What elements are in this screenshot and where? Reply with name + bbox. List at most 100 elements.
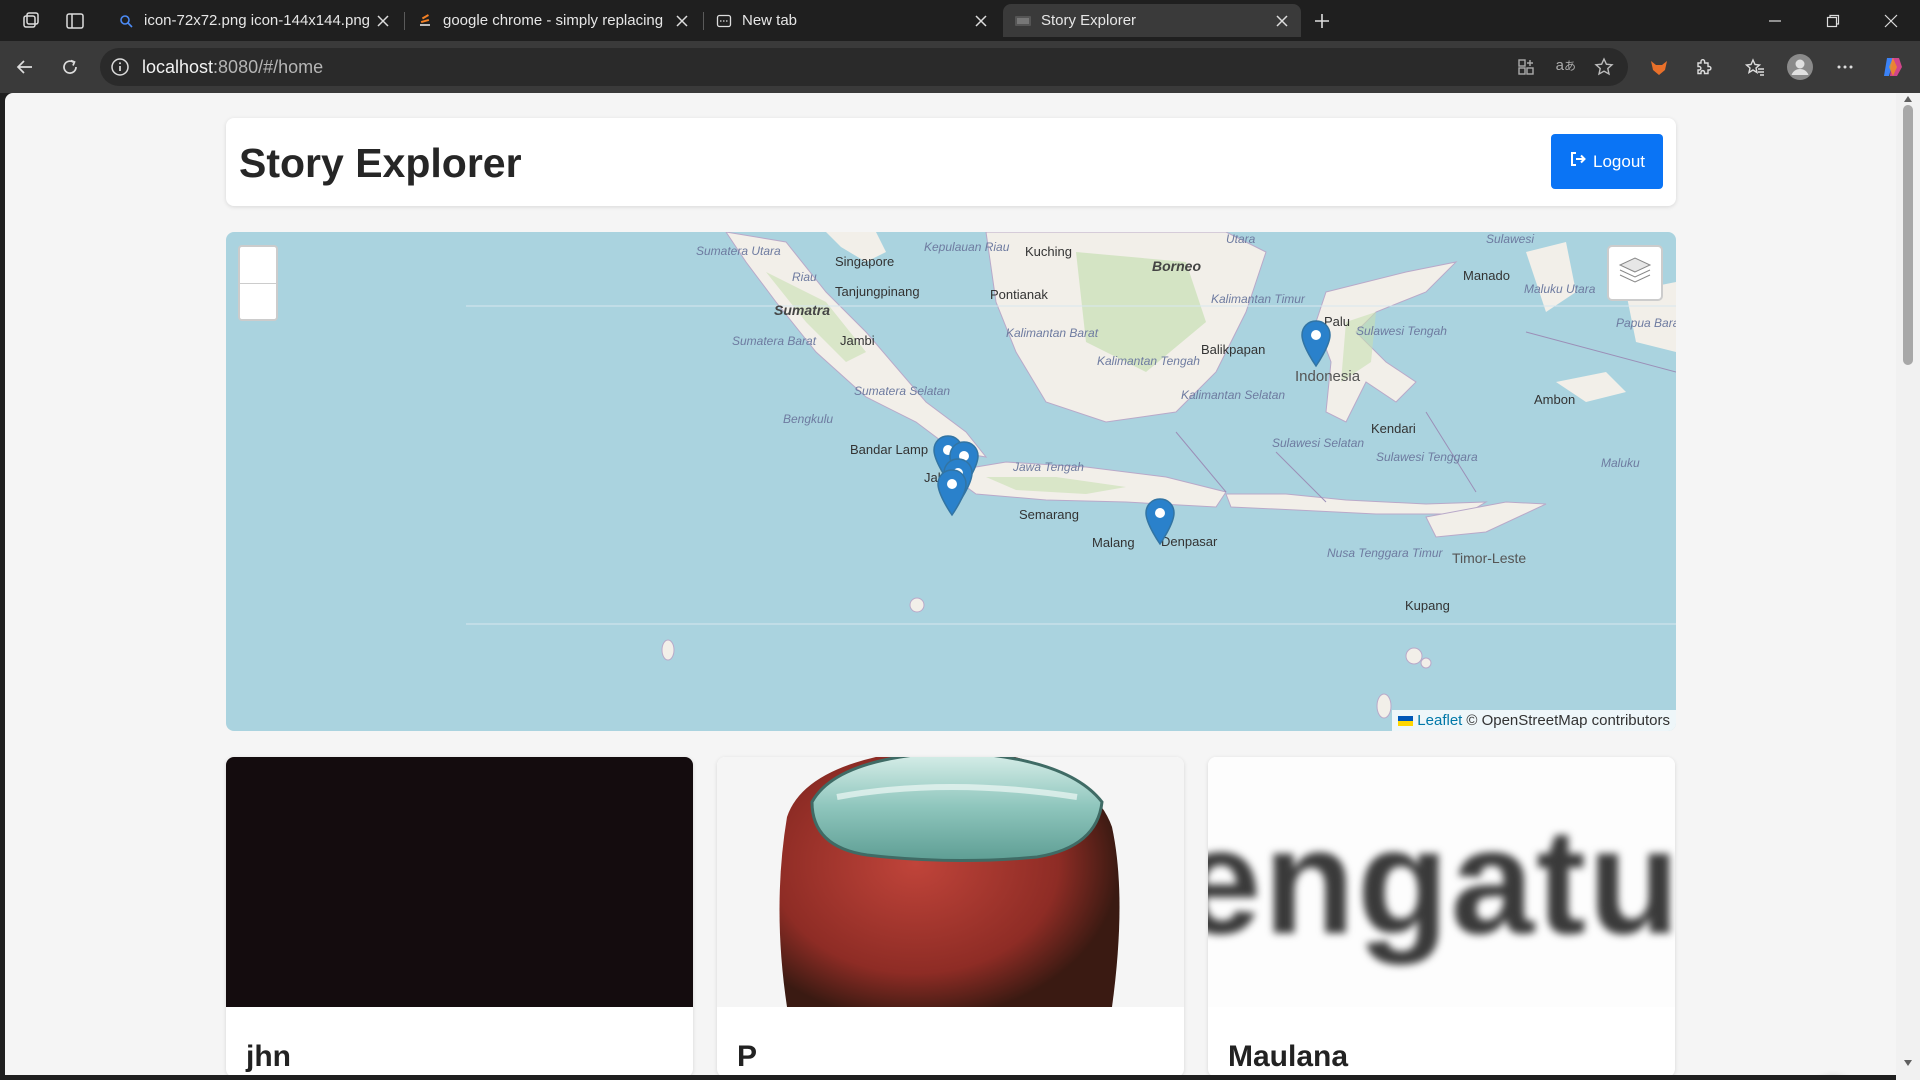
minimize-icon[interactable] (1746, 0, 1804, 41)
map-label: Maluku (1601, 456, 1640, 470)
map-marker-icon[interactable] (1300, 319, 1332, 369)
map-label: Kalimantan Barat (1006, 326, 1099, 340)
map-label: Sumatera Barat (732, 334, 817, 348)
tab-new-tab[interactable]: New tab (704, 4, 1000, 37)
tab-title: New tab (742, 12, 798, 29)
osm-attribution: © OpenStreetMap contributors (1466, 712, 1670, 729)
layers-button[interactable] (1607, 245, 1663, 301)
profile-avatar-icon[interactable] (1787, 54, 1813, 80)
blurred-image-content: engatu (1208, 797, 1675, 965)
map-attribution: Leaflet © OpenStreetMap contributors (1392, 710, 1676, 731)
logout-button[interactable]: Logout (1551, 134, 1663, 189)
more-menu-icon[interactable] (1832, 54, 1858, 80)
tab-title: google chrome - simply replacing (443, 12, 664, 29)
map-label: Utara (1226, 232, 1256, 246)
map-label: Kupang (1405, 598, 1450, 613)
address-bar-row: localhost:8080/#/home aあ (0, 41, 1920, 93)
scrollbar-thumb[interactable] (1903, 105, 1913, 365)
close-tab-icon[interactable] (1271, 10, 1293, 32)
url-host: localhost (142, 56, 214, 77)
logout-icon (1569, 151, 1587, 172)
back-icon[interactable] (12, 54, 38, 80)
map-label: Sulawesi Tengah (1356, 324, 1447, 338)
story-card[interactable]: jhn (226, 757, 693, 1075)
scroll-up-icon[interactable] (1902, 95, 1914, 105)
layers-icon (1617, 254, 1653, 293)
url-text: localhost:8080/#/home (142, 57, 323, 78)
map-label: Singapore (835, 254, 895, 269)
stackoverflow-icon (417, 13, 433, 29)
close-window-icon[interactable] (1862, 0, 1920, 41)
map-label: Borneo (1152, 258, 1201, 274)
leaflet-link[interactable]: Leaflet (1417, 712, 1462, 729)
restore-icon[interactable] (1804, 0, 1862, 41)
map-label: Kepulauan Riau (924, 240, 1010, 254)
map-label: Sulawesi Tenggara (1376, 450, 1478, 464)
tab-bar: icon-72x72.png icon-144x144.png google c… (0, 0, 1920, 41)
close-tab-icon[interactable] (372, 10, 394, 32)
zoom-out-button[interactable] (240, 283, 276, 319)
map-label: Sulawesi Selatan (1272, 436, 1365, 450)
map-label: Kalimantan Timur (1211, 292, 1305, 306)
map-label: Manado (1463, 268, 1510, 283)
url-path: :8080/#/home (213, 56, 324, 77)
story-name: jhn (246, 1040, 291, 1073)
favorites-icon[interactable] (1742, 54, 1768, 80)
extensions-icon[interactable] (1690, 54, 1716, 80)
copilot-icon[interactable] (1880, 54, 1906, 80)
map-label: Timor-Leste (1452, 550, 1527, 566)
map-label: Sulawesi (1486, 232, 1535, 246)
map-label: Indonesia (1295, 368, 1361, 385)
page-icon (1015, 13, 1031, 29)
reload-icon[interactable] (57, 54, 83, 80)
map-label: Kuching (1025, 244, 1072, 259)
tab-stackoverflow[interactable]: google chrome - simply replacing (405, 4, 701, 37)
map-label: Maluku Utara (1524, 282, 1596, 296)
map-label: Kendari (1371, 421, 1416, 436)
map-label: Bandar Lamp (850, 442, 929, 457)
map-label: Malang (1092, 535, 1135, 550)
page-viewport: Story Explorer Logout Singapore Tanjungp… (5, 93, 1896, 1075)
map-label: Jawa Tengah (1013, 460, 1084, 474)
map-marker-icon[interactable] (1144, 497, 1176, 547)
app-available-icon[interactable] (1516, 57, 1536, 82)
map-label: Papua Barat Daya (1616, 316, 1676, 330)
map-label: Nusa Tenggara Timur (1327, 546, 1443, 560)
map-label: Bengkulu (783, 412, 834, 426)
story-map[interactable]: Singapore Tanjungpinang Sumatra Jambi Ba… (226, 232, 1676, 731)
tab-story-explorer[interactable]: Story Explorer (1003, 4, 1301, 37)
map-label: Pontianak (990, 287, 1048, 302)
map-label: Semarang (1019, 507, 1079, 522)
new-tab-button[interactable] (1309, 8, 1335, 34)
read-aloud-icon[interactable]: aあ (1556, 57, 1576, 74)
app-header: Story Explorer Logout (226, 118, 1676, 206)
map-label: Sumatera Utara (696, 244, 781, 258)
map-label: Jambi (840, 333, 875, 348)
close-tab-icon[interactable] (671, 10, 693, 32)
scroll-down-icon[interactable] (1902, 1059, 1914, 1069)
zoom-in-button[interactable] (240, 247, 276, 283)
story-name: P (737, 1040, 758, 1073)
favorite-star-icon[interactable] (1594, 57, 1614, 82)
story-card[interactable]: P (717, 757, 1184, 1075)
story-image (717, 757, 1184, 1007)
map-label: Sumatra (774, 302, 831, 318)
tab-icon-search[interactable]: icon-72x72.png icon-144x144.png (106, 4, 402, 37)
map-label: Tanjungpinang (835, 284, 920, 299)
story-image: engatu (1208, 757, 1675, 1007)
extension-fox-icon[interactable] (1646, 54, 1672, 80)
map-label: Balikpapan (1201, 342, 1266, 357)
address-bar[interactable]: localhost:8080/#/home aあ (100, 48, 1628, 86)
story-image (226, 757, 693, 1007)
search-icon (118, 13, 134, 29)
close-tab-icon[interactable] (970, 10, 992, 32)
page-scrollbar[interactable] (1896, 93, 1920, 1080)
newtab-icon (716, 13, 732, 29)
story-card[interactable]: engatu Maulana (1208, 757, 1675, 1075)
map-label: Kalimantan Tengah (1097, 354, 1200, 368)
map-marker-icon[interactable] (936, 468, 968, 518)
tab-title: icon-72x72.png icon-144x144.png (144, 12, 371, 29)
vertical-tabs-icon[interactable] (62, 8, 88, 34)
workspaces-icon[interactable] (18, 8, 44, 34)
site-info-icon[interactable] (110, 57, 130, 82)
